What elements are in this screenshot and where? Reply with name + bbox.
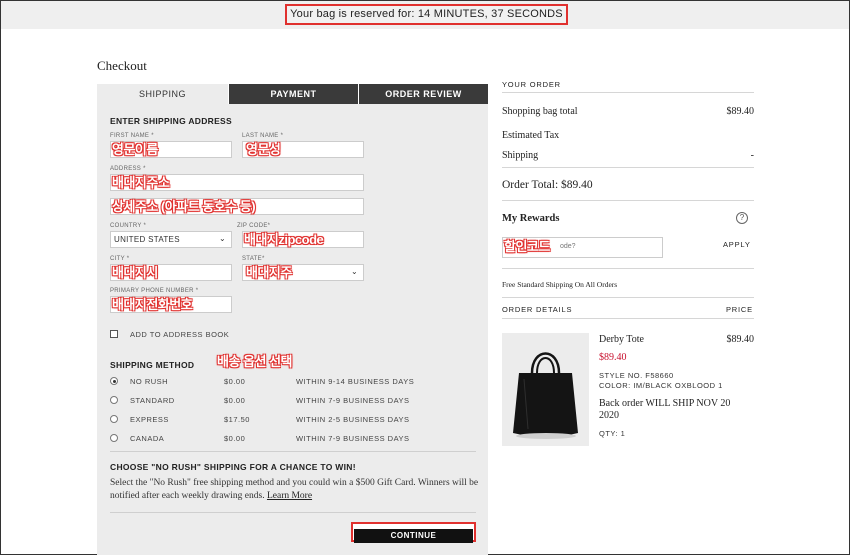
- rewards-title: My Rewards: [502, 213, 560, 224]
- option-price: $0.00: [224, 396, 246, 405]
- option-name: NO RUSH: [130, 377, 169, 386]
- last-name-value: 영문성: [246, 142, 281, 157]
- shipping-option-standard[interactable]: STANDARD $0.00 WITHIN 7-9 BUSINESS DAYS: [110, 396, 476, 408]
- option-name: STANDARD: [130, 396, 175, 405]
- your-order-title: YOUR ORDER: [502, 80, 561, 89]
- tax-label: Estimated Tax: [502, 130, 560, 141]
- state-value: 배대지주: [246, 265, 292, 280]
- promo-code-placeholder: ode?: [560, 243, 576, 250]
- country-label: COUNTRY *: [110, 223, 147, 229]
- address-label: ADDRESS *: [110, 166, 146, 172]
- reservation-timer: Your bag is reserved for: 14 MINUTES, 37…: [285, 4, 568, 25]
- style-number: STYLE NO. F58660: [599, 371, 674, 380]
- price-header: PRICE: [726, 305, 753, 314]
- product-price: $89.40: [726, 334, 755, 345]
- shipping-label: Shipping: [502, 150, 539, 161]
- continue-button[interactable]: CONTINUE: [354, 529, 473, 543]
- apply-button[interactable]: APPLY: [723, 240, 751, 249]
- learn-more-link[interactable]: Learn More: [267, 491, 312, 501]
- option-price: $0.00: [224, 434, 246, 443]
- divider: [502, 318, 754, 319]
- promo-body: Select the "No Rush" free shipping metho…: [110, 477, 480, 503]
- state-label: STATE*: [242, 256, 265, 262]
- shipping-address-title: ENTER SHIPPING ADDRESS: [110, 116, 232, 126]
- option-eta: WITHIN 2-5 BUSINESS DAYS: [296, 415, 410, 424]
- divider: [502, 167, 754, 168]
- chevron-down-icon: ⌄: [351, 267, 358, 276]
- phone-value: 배대지전화번호: [112, 297, 193, 312]
- bag-total-label: Shopping bag total: [502, 106, 578, 117]
- first-name-label: FIRST NAME *: [110, 133, 154, 139]
- shipping-option-no-rush[interactable]: NO RUSH $0.00 WITHIN 9-14 BUSINESS DAYS: [110, 377, 476, 389]
- country-value: UNITED STATES: [114, 235, 180, 244]
- shipping-option-express[interactable]: EXPRESS $17.50 WITHIN 2-5 BUSINESS DAYS: [110, 415, 476, 427]
- address-value: 배대지주소: [112, 175, 170, 190]
- bag-total-value: $89.40: [726, 106, 755, 117]
- product-name[interactable]: Derby Tote: [599, 334, 644, 345]
- option-price: $17.50: [224, 415, 250, 424]
- shipping-option-canada[interactable]: CANADA $0.00 WITHIN 7-9 BUSINESS DAYS: [110, 434, 476, 446]
- option-name: EXPRESS: [130, 415, 169, 424]
- divider: [110, 512, 476, 513]
- divider: [502, 268, 754, 269]
- divider: [502, 92, 754, 93]
- option-eta: WITHIN 7-9 BUSINESS DAYS: [296, 396, 410, 405]
- address2-value: 상세주소 (아파트 동호수 등): [112, 199, 256, 214]
- phone-label: PRIMARY PHONE NUMBER *: [110, 288, 199, 294]
- chevron-down-icon: ⌄: [219, 234, 226, 243]
- city-value: 배대지시: [112, 265, 158, 280]
- tab-shipping[interactable]: SHIPPING: [97, 84, 228, 104]
- tote-bag-icon: [502, 333, 589, 446]
- backorder-note: Back order WILL SHIP NOV 20 2020: [599, 398, 731, 421]
- shipping-method-title: SHIPPING METHOD: [110, 360, 195, 370]
- option-name: CANADA: [130, 434, 165, 443]
- city-label: CITY *: [110, 256, 130, 262]
- checkout-tabs: SHIPPING PAYMENT ORDER REVIEW: [97, 84, 488, 104]
- tab-order-review[interactable]: ORDER REVIEW: [358, 84, 488, 104]
- divider: [110, 451, 476, 452]
- address-book-label: ADD TO ADDRESS BOOK: [130, 330, 230, 339]
- sale-price: $89.40: [599, 352, 627, 363]
- promo-code-annotation: 할인코드: [504, 239, 550, 254]
- promo-title: CHOOSE "NO RUSH" SHIPPING FOR A CHANCE T…: [110, 462, 356, 472]
- option-eta: WITHIN 7-9 BUSINESS DAYS: [296, 434, 410, 443]
- quantity: QTY: 1: [599, 429, 626, 438]
- option-eta: WITHIN 9-14 BUSINESS DAYS: [296, 377, 415, 386]
- help-icon[interactable]: ?: [736, 212, 748, 224]
- first-name-value: 영문이름: [112, 142, 158, 157]
- last-name-label: LAST NAME *: [242, 133, 284, 139]
- zip-value: 배대지zipcode: [244, 232, 324, 247]
- tab-payment[interactable]: PAYMENT: [228, 84, 358, 104]
- product-image[interactable]: [502, 333, 589, 446]
- address-book-checkbox[interactable]: [110, 330, 118, 338]
- divider: [502, 297, 754, 298]
- page-title: Checkout: [97, 58, 147, 73]
- zip-label: ZIP CODE*: [237, 223, 271, 229]
- shipping-method-annotation: 배송 옵션 선택: [217, 354, 292, 369]
- continue-button-highlight: CONTINUE: [351, 522, 476, 543]
- order-total: Order Total: $89.40: [502, 179, 593, 191]
- free-shipping-note: Free Standard Shipping On All Orders: [502, 280, 618, 289]
- order-details-title: ORDER DETAILS: [502, 305, 573, 314]
- color-info: COLOR: IM/BLACK OXBLOOD 1: [599, 381, 723, 390]
- divider: [502, 200, 754, 201]
- shipping-value: -: [750, 150, 754, 161]
- option-price: $0.00: [224, 377, 246, 386]
